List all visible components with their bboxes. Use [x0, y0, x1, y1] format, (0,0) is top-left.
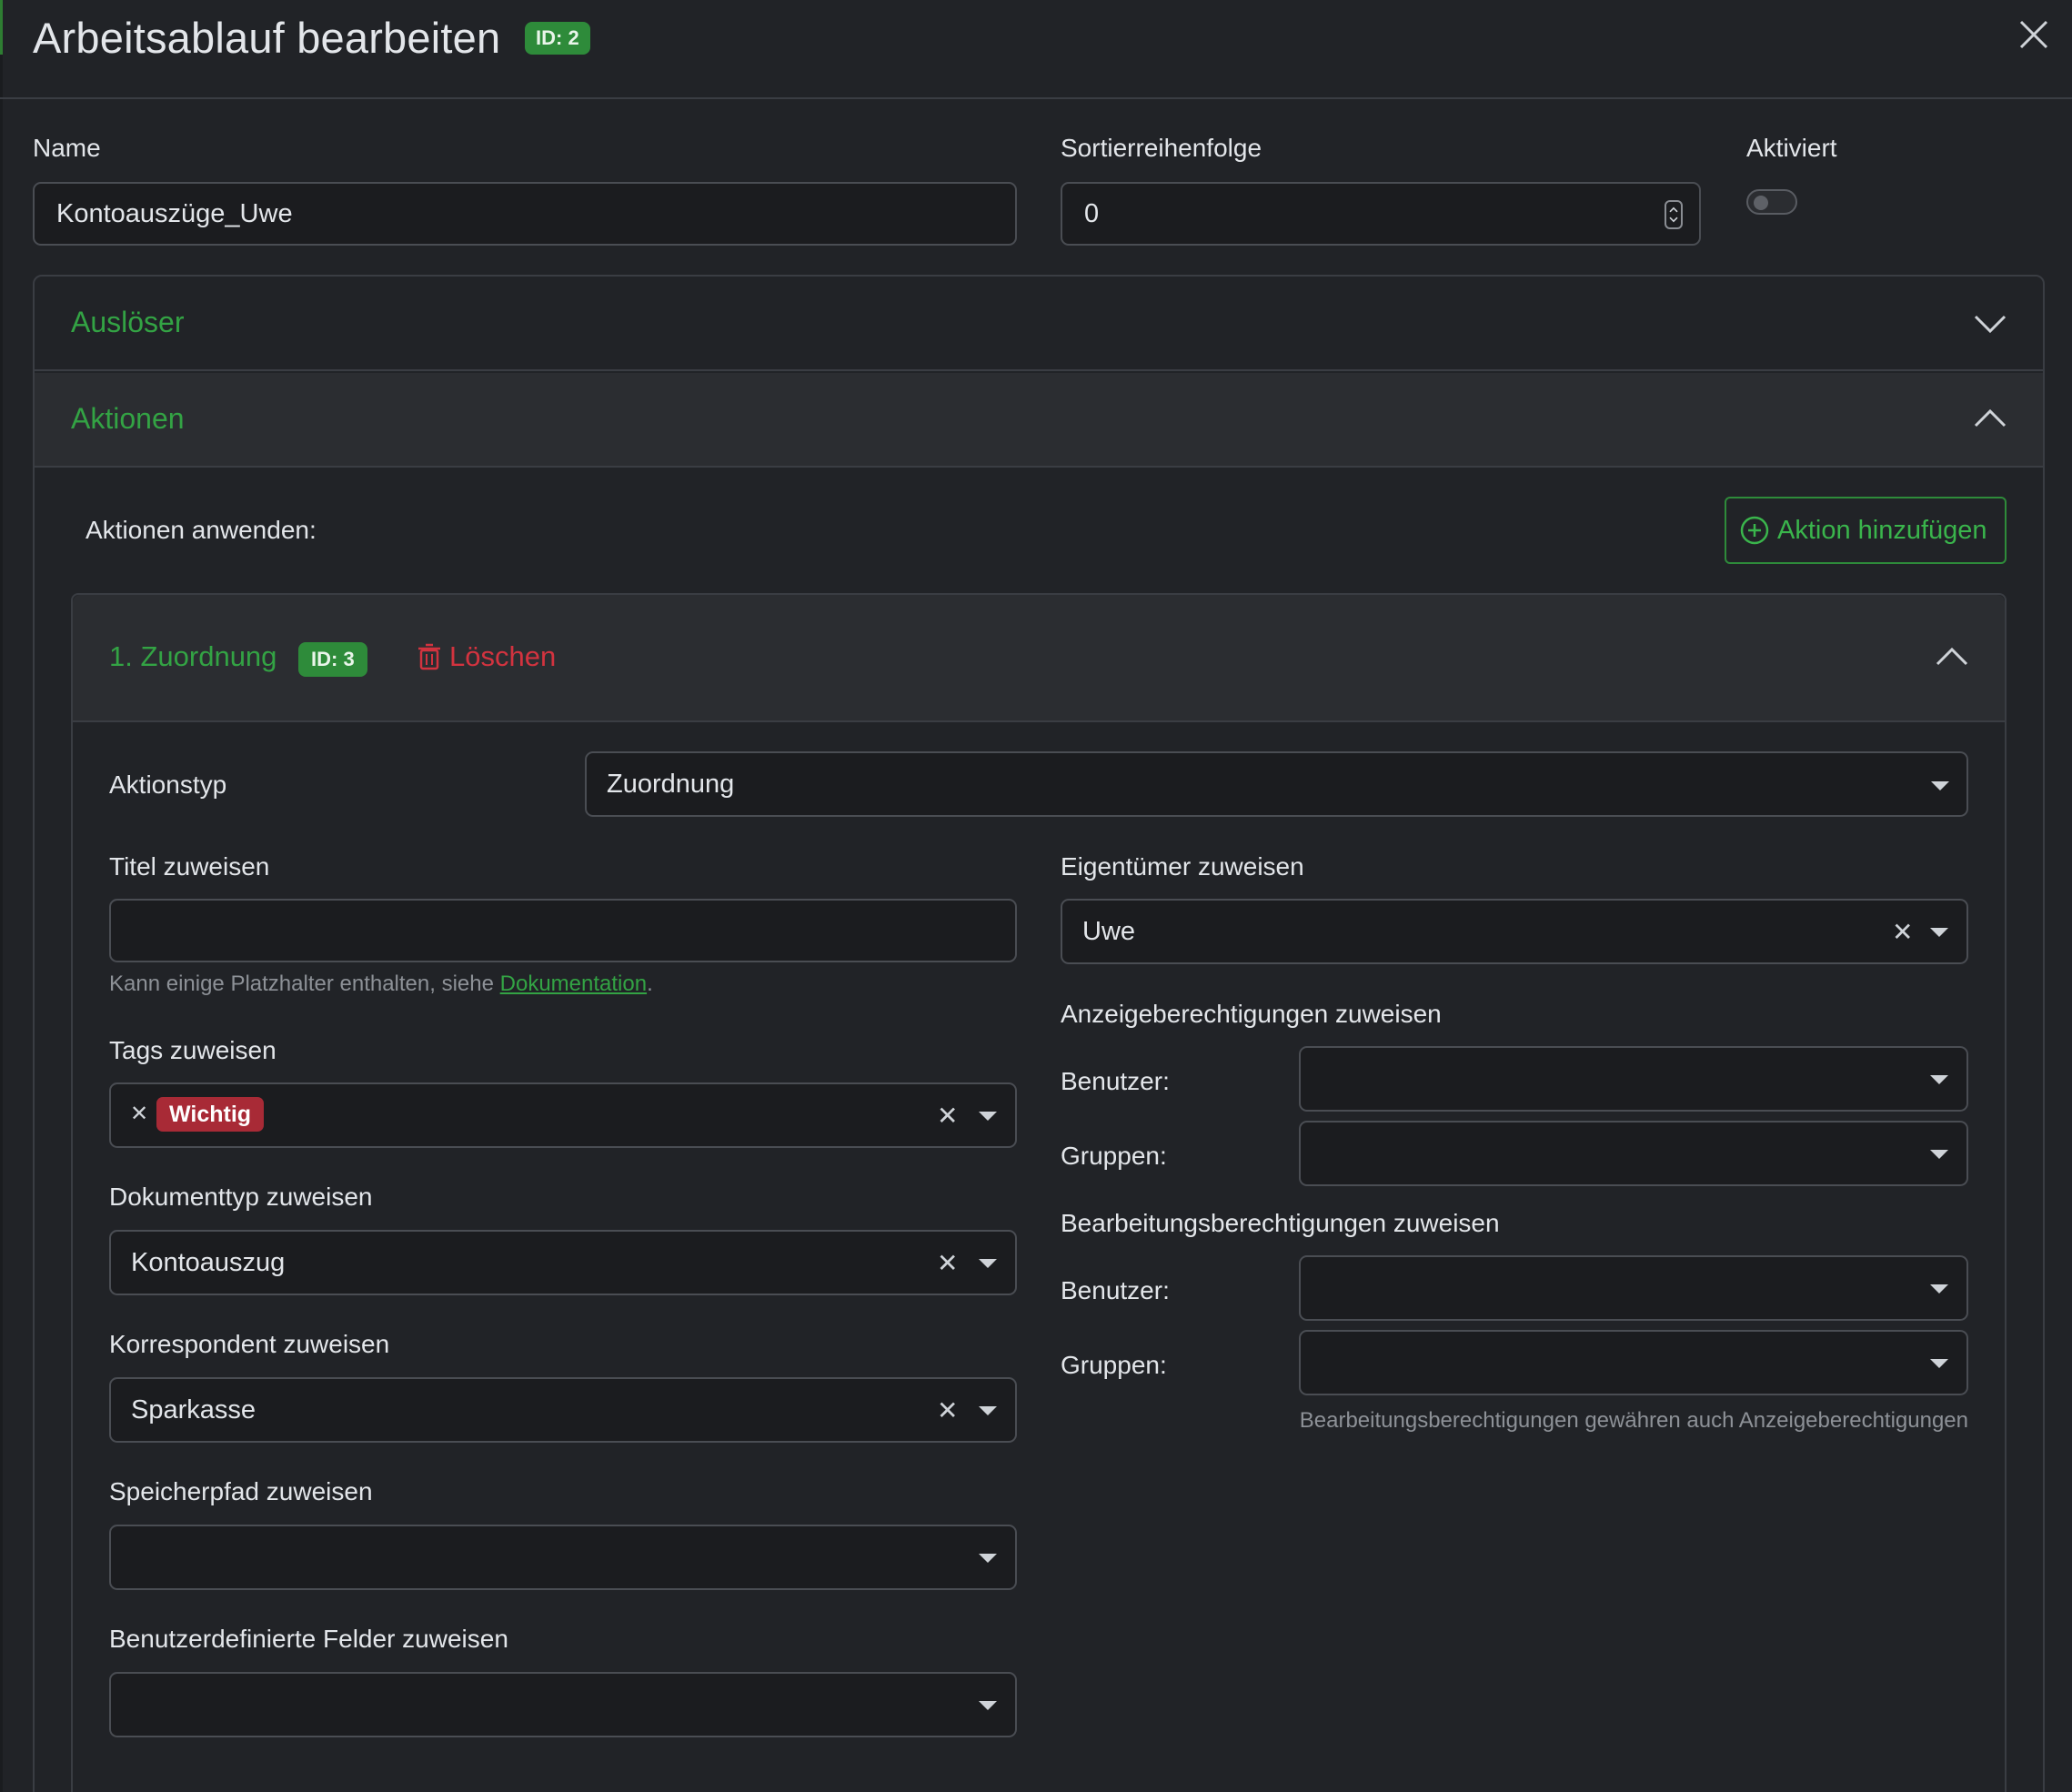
chevron-up-icon [1974, 408, 2007, 428]
trash-icon [418, 643, 440, 670]
help-suffix: . [647, 972, 653, 996]
action-card-header[interactable]: 1. Zuordnung ID: 3 Löschen [73, 595, 2005, 722]
enabled-toggle[interactable] [1746, 189, 1797, 215]
remove-tag-icon[interactable]: ✕ [130, 1101, 148, 1127]
edit-users-label: Benutzer: [1061, 1276, 1170, 1304]
delete-label: Löschen [449, 640, 557, 672]
sort-order-input[interactable]: 0 [1061, 182, 1701, 246]
tags-label: Tags zuweisen [109, 1036, 277, 1064]
action-type-value: Zuordnung [607, 769, 735, 799]
caret-down-icon [1930, 1075, 1948, 1084]
title-assign-input[interactable] [109, 899, 1017, 962]
help-prefix: Kann einige Platzhalter enthalten, siehe [109, 972, 500, 996]
add-action-label: Aktion hinzufügen [1777, 515, 1987, 545]
id-badge: ID: 2 [525, 22, 590, 55]
storage-path-select[interactable] [109, 1525, 1017, 1590]
owner-select[interactable]: Uwe ✕ [1061, 899, 1968, 964]
add-action-button[interactable]: Aktion hinzufügen [1725, 497, 2007, 564]
caret-down-icon [1930, 1150, 1948, 1159]
caret-down-icon [1931, 781, 1949, 790]
doctype-value: Kontoauszug [131, 1247, 286, 1277]
caret-down-icon [979, 1259, 997, 1268]
edit-users-select[interactable] [1299, 1255, 1968, 1321]
view-users-select[interactable] [1299, 1046, 1968, 1112]
name-label: Name [33, 134, 101, 162]
action-type-select[interactable]: Zuordnung [585, 751, 1968, 817]
spinner-icon[interactable] [1665, 200, 1683, 229]
clear-x-icon[interactable]: ✕ [937, 1395, 958, 1425]
caret-down-icon [979, 1406, 997, 1415]
doctype-label: Dokumenttyp zuweisen [109, 1183, 373, 1211]
clear-x-icon[interactable]: ✕ [937, 1101, 958, 1131]
correspondent-select[interactable]: Sparkasse ✕ [109, 1377, 1017, 1443]
left-edge [0, 0, 3, 1792]
edit-permissions-label: Bearbeitungsberechtigungen zuweisen [1061, 1209, 1500, 1237]
edit-groups-label: Gruppen: [1061, 1351, 1167, 1379]
name-value: Kontoauszüge_Uwe [56, 198, 293, 228]
chevron-up-icon [1936, 647, 1968, 666]
documentation-link[interactable]: Dokumentation [500, 972, 647, 996]
actions-header[interactable]: Aktionen [35, 373, 2043, 468]
title-assign-label: Titel zuweisen [109, 852, 270, 881]
close-icon[interactable] [2016, 16, 2052, 53]
sort-order-label: Sortierreihenfolge [1061, 134, 1262, 162]
clear-x-icon[interactable]: ✕ [1892, 917, 1913, 947]
delete-action-button[interactable]: Löschen [417, 640, 556, 673]
caret-down-icon [1930, 928, 1948, 937]
workflow-edit-dialog: Arbeitsablauf bearbeiten ID: 2 Name Kont… [0, 0, 2072, 1792]
tag-chip-wichtig: Wichtig [156, 1097, 265, 1132]
placeholder-help-text: Kann einige Platzhalter enthalten, siehe… [109, 972, 653, 997]
action-title: 1. Zuordnung [109, 640, 277, 672]
action-type-label: Aktionstyp [109, 770, 227, 799]
dialog-header: Arbeitsablauf bearbeiten ID: 2 [0, 0, 2072, 99]
triggers-header[interactable]: Auslöser [35, 277, 2043, 371]
plus-circle-icon [1740, 516, 1769, 545]
clear-x-icon[interactable]: ✕ [937, 1248, 958, 1278]
sort-order-value: 0 [1084, 198, 1100, 228]
caret-down-icon [979, 1554, 997, 1563]
correspondent-label: Korrespondent zuweisen [109, 1330, 390, 1358]
custom-fields-select[interactable] [109, 1672, 1017, 1737]
apply-actions-label: Aktionen anwenden: [85, 516, 317, 544]
owner-label: Eigentümer zuweisen [1061, 852, 1304, 881]
owner-value: Uwe [1082, 916, 1136, 946]
view-users-label: Benutzer: [1061, 1067, 1170, 1095]
storage-path-label: Speicherpfad zuweisen [109, 1477, 373, 1505]
caret-down-icon [1930, 1359, 1948, 1368]
correspondent-value: Sparkasse [131, 1394, 256, 1425]
doctype-select[interactable]: Kontoauszug ✕ [109, 1230, 1017, 1295]
view-groups-select[interactable] [1299, 1121, 1968, 1186]
action-id-badge: ID: 3 [298, 642, 367, 677]
view-permissions-label: Anzeigeberechtigungen zuweisen [1061, 1000, 1442, 1028]
custom-fields-label: Benutzerdefinierte Felder zuweisen [109, 1625, 508, 1653]
dialog-title: Arbeitsablauf bearbeiten [33, 14, 501, 62]
enabled-label: Aktiviert [1746, 134, 1837, 162]
actions-title: Aktionen [71, 402, 185, 435]
triggers-title: Auslöser [71, 306, 185, 338]
edit-groups-select[interactable] [1299, 1330, 1968, 1395]
view-groups-label: Gruppen: [1061, 1142, 1167, 1170]
chevron-down-icon [1974, 315, 2007, 334]
caret-down-icon [979, 1701, 997, 1710]
caret-down-icon [979, 1112, 997, 1121]
caret-down-icon [1930, 1284, 1948, 1294]
name-input[interactable]: Kontoauszüge_Uwe [33, 182, 1017, 246]
permissions-note: Bearbeitungsberechtigungen gewähren auch… [1299, 1408, 1968, 1433]
